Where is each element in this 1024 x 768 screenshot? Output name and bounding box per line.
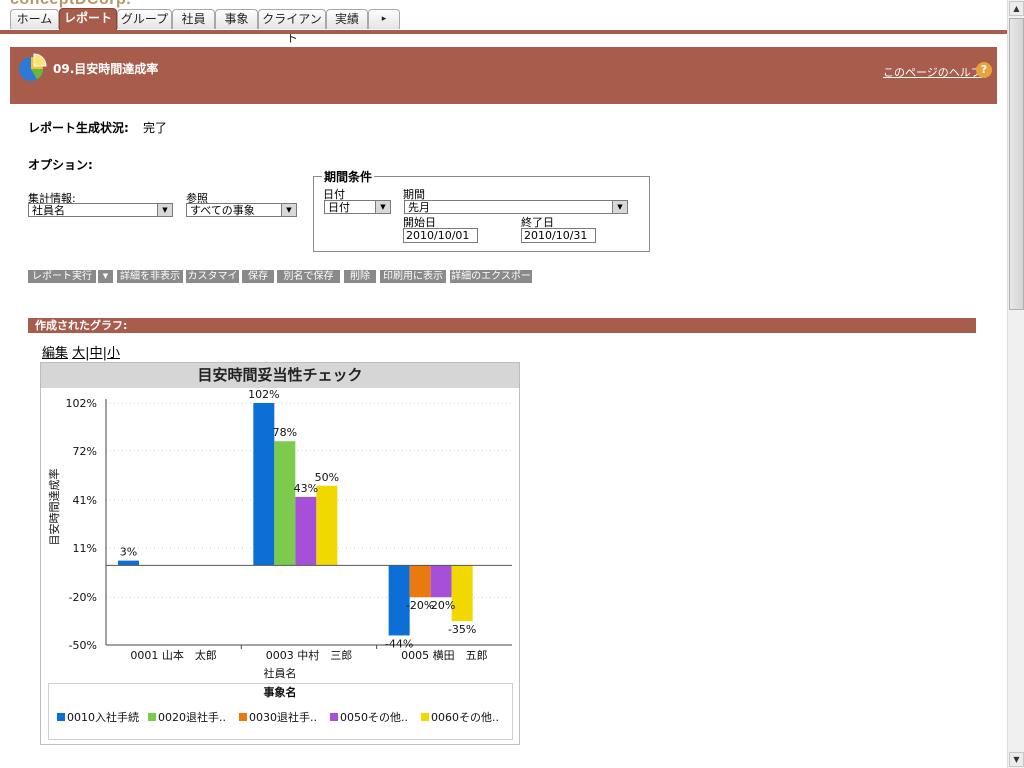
legend-swatch <box>148 713 156 721</box>
bar <box>253 403 275 566</box>
data-label: -44% <box>385 637 413 650</box>
tab-employees[interactable]: 社員 <box>172 9 215 29</box>
date-select[interactable]: 日付 ▼ <box>324 200 391 214</box>
data-label: 50% <box>315 471 339 484</box>
legend-label: 0010入社手続 <box>67 710 139 724</box>
report-pie-icon <box>19 53 47 81</box>
delete-button[interactable]: 削除 <box>344 270 376 283</box>
top-logo-strip: conceptDCorp. <box>0 0 1007 8</box>
reference-select-value: すべての事象 <box>190 204 255 217</box>
graph-size-links: 編集 大|中|小 <box>42 342 120 361</box>
data-label: 43% <box>294 482 318 495</box>
chart-legend: 0010入社手続 0020退社手.. 0030退社手.. 0050その他.. 0060そ… <box>57 710 499 724</box>
edit-graph-link[interactable]: 編集 <box>42 346 68 361</box>
period-conditions-box <box>313 176 650 252</box>
period-conditions-legend: 期間条件 <box>322 168 375 185</box>
x-category-label: 0003 中村 三郎 <box>266 648 353 662</box>
legend-label: 0050その他.. <box>340 711 408 724</box>
help-link[interactable]: このページのヘルプ <box>883 64 982 80</box>
export-details-button[interactable]: 詳細のエクスポート <box>450 270 532 295</box>
legend-swatch <box>421 713 429 721</box>
help-icon[interactable]: ? <box>976 62 992 78</box>
hide-details-button[interactable]: 詳細を非表示 <box>117 270 183 283</box>
data-label: 102% <box>248 388 279 401</box>
chevron-down-icon: ▼ <box>375 201 390 213</box>
bar <box>409 565 431 598</box>
legend-swatch <box>57 713 65 721</box>
x-axis-label: 社員名 <box>264 666 297 680</box>
bar <box>274 441 296 566</box>
tab-clients[interactable]: クライアント <box>258 9 326 45</box>
start-date-input[interactable]: 2010/10/01 <box>403 228 478 243</box>
tab-home[interactable]: ホーム <box>10 9 59 29</box>
legend-label: 0020退社手.. <box>158 710 226 724</box>
tab-more-arrow-icon[interactable]: ▸ <box>368 9 400 29</box>
tab-events[interactable]: 事象 <box>215 9 258 29</box>
data-label: 3% <box>120 546 137 559</box>
period-select[interactable]: 先月 ▼ <box>404 200 628 214</box>
bar <box>316 485 338 566</box>
main-tab-bar: ホーム レポート グループ 社員 事象 クライアント 実績 ▸ <box>0 8 1007 45</box>
chevron-down-icon: ▼ <box>281 204 296 216</box>
scroll-up-arrow-icon[interactable]: ▲ <box>1009 1 1024 16</box>
page-header: 09.目安時間達成率 このページのヘルプ ? <box>10 47 997 104</box>
reference-select[interactable]: すべての事象 ▼ <box>186 203 297 217</box>
y-tick-label: -20% <box>69 591 97 604</box>
aggregate-select[interactable]: 社員名 ▼ <box>28 203 173 217</box>
chevron-down-icon: ▼ <box>157 204 172 216</box>
status-label: レポート生成状況: <box>28 121 129 135</box>
options-label: オプション: <box>28 158 93 172</box>
legend-label: 0030退社手.. <box>249 710 317 724</box>
data-label: -35% <box>448 623 476 636</box>
aggregate-select-value: 社員名 <box>32 204 65 217</box>
y-tick-label: 41% <box>73 494 97 507</box>
date-select-value: 日付 <box>328 201 350 214</box>
size-large-link[interactable]: 大 <box>72 346 85 361</box>
scroll-down-arrow-icon[interactable]: ▼ <box>1009 752 1024 767</box>
data-label: 78% <box>273 426 297 439</box>
save-button[interactable]: 保存 <box>242 270 274 283</box>
chart-category-labels: 0001 山本 太郎 0003 中村 三郎 0005 横田 五郎 <box>130 648 487 662</box>
y-tick-label: 11% <box>73 542 97 555</box>
bar <box>118 560 139 566</box>
brand-logo: conceptDCorp. <box>10 0 131 8</box>
tab-groups[interactable]: グループ <box>117 9 172 29</box>
page-title: 09.目安時間達成率 <box>53 62 159 76</box>
run-dropdown-chevron-icon[interactable]: ▼ <box>98 270 113 283</box>
bar <box>430 565 452 598</box>
x-category-label: 0001 山本 太郎 <box>130 648 217 662</box>
tab-underline <box>0 30 1007 34</box>
achievement-bar-chart: 目安時間妥当性チェック 102% 72% 41% 11% -20% -50% 0001 山… <box>40 362 520 745</box>
save-as-button[interactable]: 別名で保存 <box>277 270 340 283</box>
x-category-label: 0005 横田 五郎 <box>401 648 488 662</box>
scroll-thumb[interactable] <box>1009 18 1024 310</box>
tab-reports[interactable]: レポート <box>59 8 117 30</box>
y-tick-label: 72% <box>73 445 97 458</box>
size-medium-link[interactable]: 中 <box>90 346 103 361</box>
run-report-button[interactable]: レポート実行 <box>28 270 96 283</box>
period-select-value: 先月 <box>408 201 430 214</box>
chart-title: 目安時間妥当性チェック <box>197 366 362 384</box>
bar <box>451 565 473 622</box>
chevron-down-icon: ▼ <box>612 201 627 213</box>
customize-button[interactable]: カスタマイズ <box>186 270 239 295</box>
print-view-button[interactable]: 印刷用に表示 <box>380 270 446 283</box>
status-value: 完了 <box>143 121 168 135</box>
vertical-scrollbar[interactable]: ▲ ▼ <box>1007 0 1024 768</box>
data-label: -20% <box>427 599 455 612</box>
bar <box>295 496 317 566</box>
tab-results[interactable]: 実績 <box>326 9 368 29</box>
graph-section-header: 作成されたグラフ: <box>28 318 976 333</box>
y-tick-label: -50% <box>69 639 97 652</box>
y-tick-label: 102% <box>66 397 97 410</box>
size-small-link[interactable]: 小 <box>107 346 120 361</box>
legend-title: 事象名 <box>264 685 297 699</box>
legend-swatch <box>330 713 338 721</box>
legend-swatch <box>239 713 247 721</box>
legend-label: 0060その他.. <box>431 711 499 724</box>
y-axis-label: 目安時間達成率 <box>47 469 61 546</box>
end-date-input[interactable]: 2010/10/31 <box>521 228 596 243</box>
